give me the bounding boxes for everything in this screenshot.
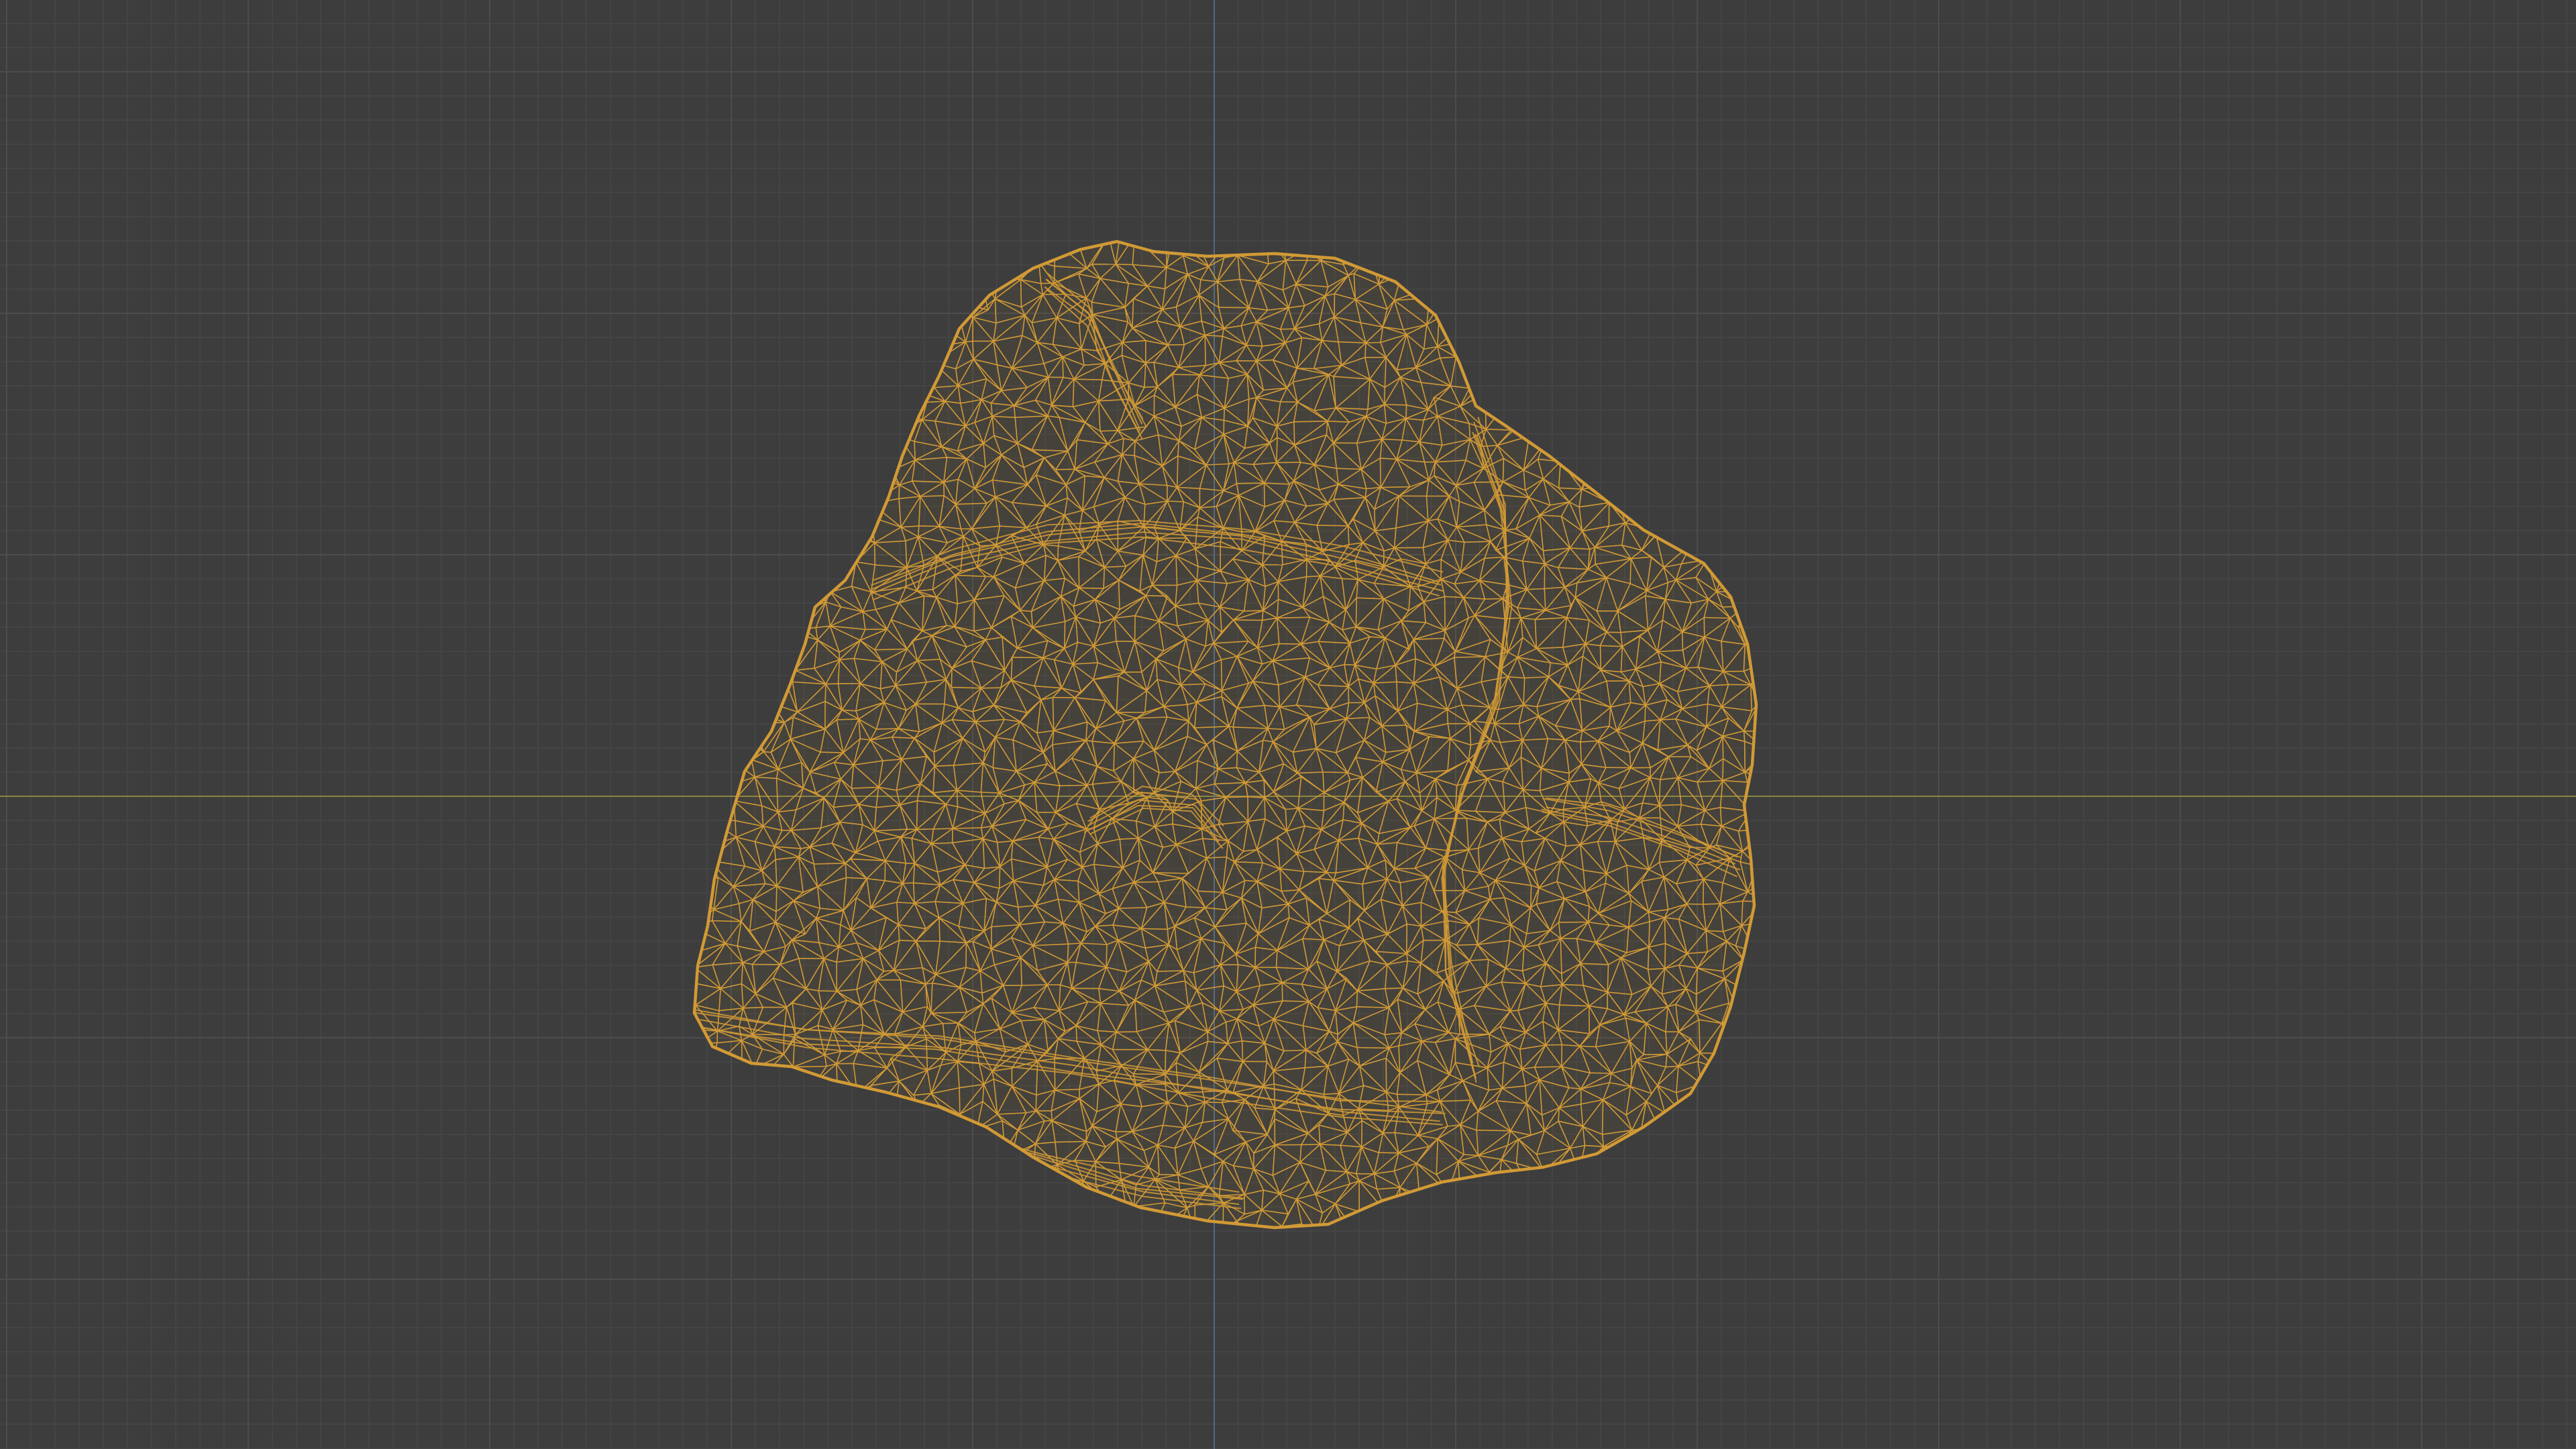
mesh-edge xyxy=(910,386,934,390)
mesh-edge xyxy=(694,981,697,985)
mesh-edge xyxy=(1682,631,1684,651)
mesh-edge xyxy=(1254,947,1256,968)
mesh-edge xyxy=(1446,709,1449,724)
mesh-edge xyxy=(1502,458,1505,482)
mesh-edge xyxy=(1144,386,1158,388)
mesh-edge xyxy=(943,482,945,496)
mesh-edge xyxy=(1444,596,1446,631)
mesh-edge xyxy=(981,792,1000,794)
mesh-edge xyxy=(1306,559,1330,561)
mesh-edge xyxy=(1263,780,1265,798)
mesh-edge xyxy=(1020,279,1022,307)
mesh-edge xyxy=(1012,657,1043,659)
mesh-edge xyxy=(837,718,859,720)
mesh-edge xyxy=(1134,615,1136,642)
mesh-edge xyxy=(1185,906,1205,908)
mesh-edge xyxy=(1279,643,1301,645)
3d-viewport[interactable] xyxy=(0,0,2576,1449)
mesh-edge xyxy=(763,751,771,753)
mesh-edge xyxy=(1055,468,1075,470)
mesh-edge xyxy=(1134,881,1159,883)
mesh-edge xyxy=(965,340,973,343)
mesh-edge xyxy=(1743,731,1746,742)
mesh-edge xyxy=(1306,575,1320,578)
mesh-edge xyxy=(1277,616,1310,619)
mesh-edge xyxy=(917,526,920,537)
mesh-edge xyxy=(1172,374,1200,376)
mesh-edge xyxy=(1226,796,1248,798)
mesh-edge xyxy=(1236,482,1265,484)
mesh-edge xyxy=(1703,617,1705,637)
mesh-edge xyxy=(956,790,959,807)
mesh-edge xyxy=(1485,598,1503,600)
mesh-edge xyxy=(951,668,953,688)
mesh-edge xyxy=(965,943,967,968)
mesh-edge xyxy=(1226,241,1238,256)
mesh-edge xyxy=(1145,362,1155,364)
mesh-edge xyxy=(1282,1000,1309,1002)
mesh-edge xyxy=(916,828,934,830)
mesh-edge xyxy=(985,576,994,578)
mesh-edge xyxy=(1594,547,1596,565)
mesh-edge xyxy=(1057,545,1059,561)
mesh-edge xyxy=(1464,541,1491,543)
mesh-edge xyxy=(1434,817,1467,820)
mesh-edge xyxy=(1405,405,1407,419)
mesh-edge xyxy=(1141,928,1168,930)
mesh-edge xyxy=(1650,767,1652,778)
mesh-edge xyxy=(1322,771,1348,773)
mesh-edge xyxy=(1381,486,1410,488)
mesh-edge xyxy=(1293,421,1295,445)
mesh-edge xyxy=(1605,767,1631,769)
mesh-edge xyxy=(1455,340,1468,358)
mesh-edge xyxy=(820,751,844,753)
mesh-edge xyxy=(1134,441,1136,456)
mesh-edge xyxy=(1167,500,1184,502)
mesh-edge xyxy=(1293,421,1328,423)
mesh-edge xyxy=(1686,903,1703,905)
mesh-edge xyxy=(910,388,928,403)
mesh-edge xyxy=(1159,537,1187,539)
mesh-edge xyxy=(824,684,826,702)
mesh-edge xyxy=(775,885,777,912)
mesh-edge xyxy=(1385,987,1403,989)
mesh-edge xyxy=(1511,416,1529,431)
mesh-edge xyxy=(1200,800,1203,829)
mesh-edge xyxy=(1106,944,1108,967)
mesh-edge xyxy=(1121,342,1124,356)
mesh-edge xyxy=(933,828,953,830)
mesh-edge xyxy=(1744,624,1756,645)
mesh-edge xyxy=(1644,705,1646,721)
mesh-edge xyxy=(1456,343,1483,358)
mesh-edge xyxy=(1281,982,1283,1002)
mesh-edge xyxy=(1073,378,1102,380)
mesh-edge xyxy=(1664,943,1666,969)
mesh-edge xyxy=(1510,1010,1519,1012)
mesh-edge xyxy=(1364,342,1366,358)
mesh-edge xyxy=(1704,616,1731,619)
mesh-edge xyxy=(1562,809,1564,822)
mesh-edge xyxy=(914,441,916,460)
mesh-edge xyxy=(918,525,940,527)
mesh-edge xyxy=(1743,741,1746,773)
mesh-edge xyxy=(1355,598,1357,627)
mesh-edge xyxy=(1529,885,1532,908)
mesh-edge xyxy=(1348,686,1350,703)
mesh-edge xyxy=(1116,264,1133,266)
mesh-edge xyxy=(1317,525,1348,527)
mesh-edge xyxy=(1664,917,1666,944)
mesh-edge xyxy=(1236,751,1238,768)
mesh-edge xyxy=(898,484,900,499)
mesh-edge xyxy=(916,800,918,830)
mesh-edge xyxy=(1218,307,1249,309)
mesh-edge xyxy=(973,599,975,631)
mesh-edge xyxy=(1236,241,1238,256)
mesh-edge xyxy=(1223,408,1226,421)
mesh-edge xyxy=(1703,879,1705,905)
mesh-edge xyxy=(1237,241,1267,256)
mesh-edge xyxy=(694,981,696,1006)
mesh-edge xyxy=(1743,730,1756,733)
mesh-edge xyxy=(1356,991,1358,1007)
rock-mesh-wireframe[interactable] xyxy=(0,0,2576,1449)
